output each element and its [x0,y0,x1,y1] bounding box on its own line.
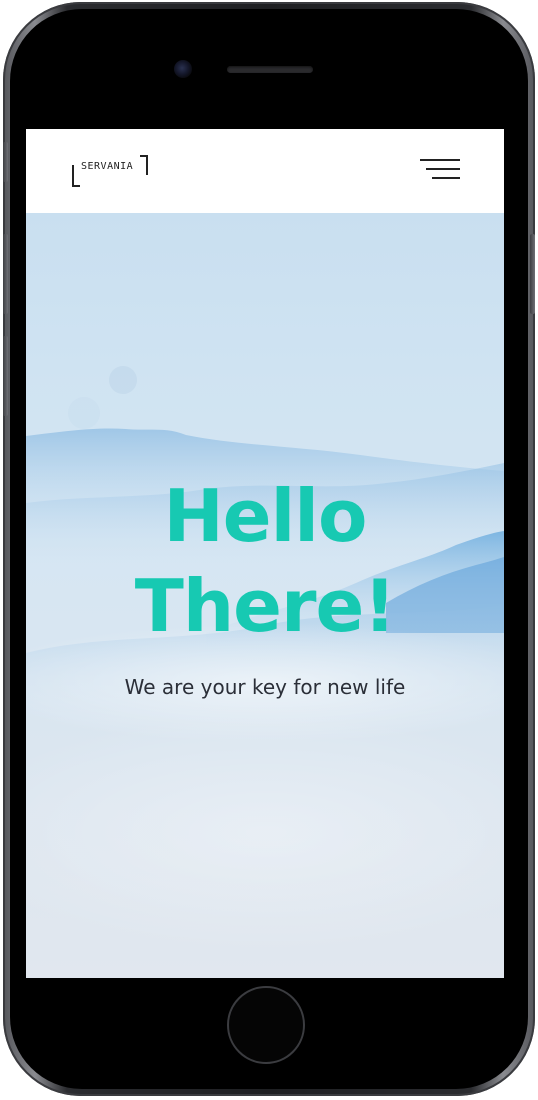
hero-title: Hello There! [26,471,504,651]
phone-screen: SERVANIA Hello There! We are your key fo… [26,129,504,978]
menu-line [420,159,460,161]
menu-line [432,177,460,179]
home-button[interactable] [227,986,305,1064]
hero-subtitle: We are your key for new life [124,675,406,699]
logo-bracket-left [72,165,80,187]
earpiece-speaker [227,66,313,73]
hero-title-line-2: There! [134,564,396,648]
power-button [530,234,535,314]
hero-section: Hello There! We are your key for new lif… [26,213,504,978]
hamburger-menu-icon[interactable] [418,157,460,183]
volume-down-button [3,336,8,416]
menu-line [426,168,460,170]
volume-up-button [3,234,8,314]
mute-switch [3,142,8,182]
front-camera [174,60,192,78]
navbar: SERVANIA [26,129,504,213]
brand-logo[interactable]: SERVANIA [72,155,148,187]
logo-text: SERVANIA [81,161,134,172]
hero-title-line-1: Hello [163,474,368,558]
logo-bracket-right [140,155,148,175]
